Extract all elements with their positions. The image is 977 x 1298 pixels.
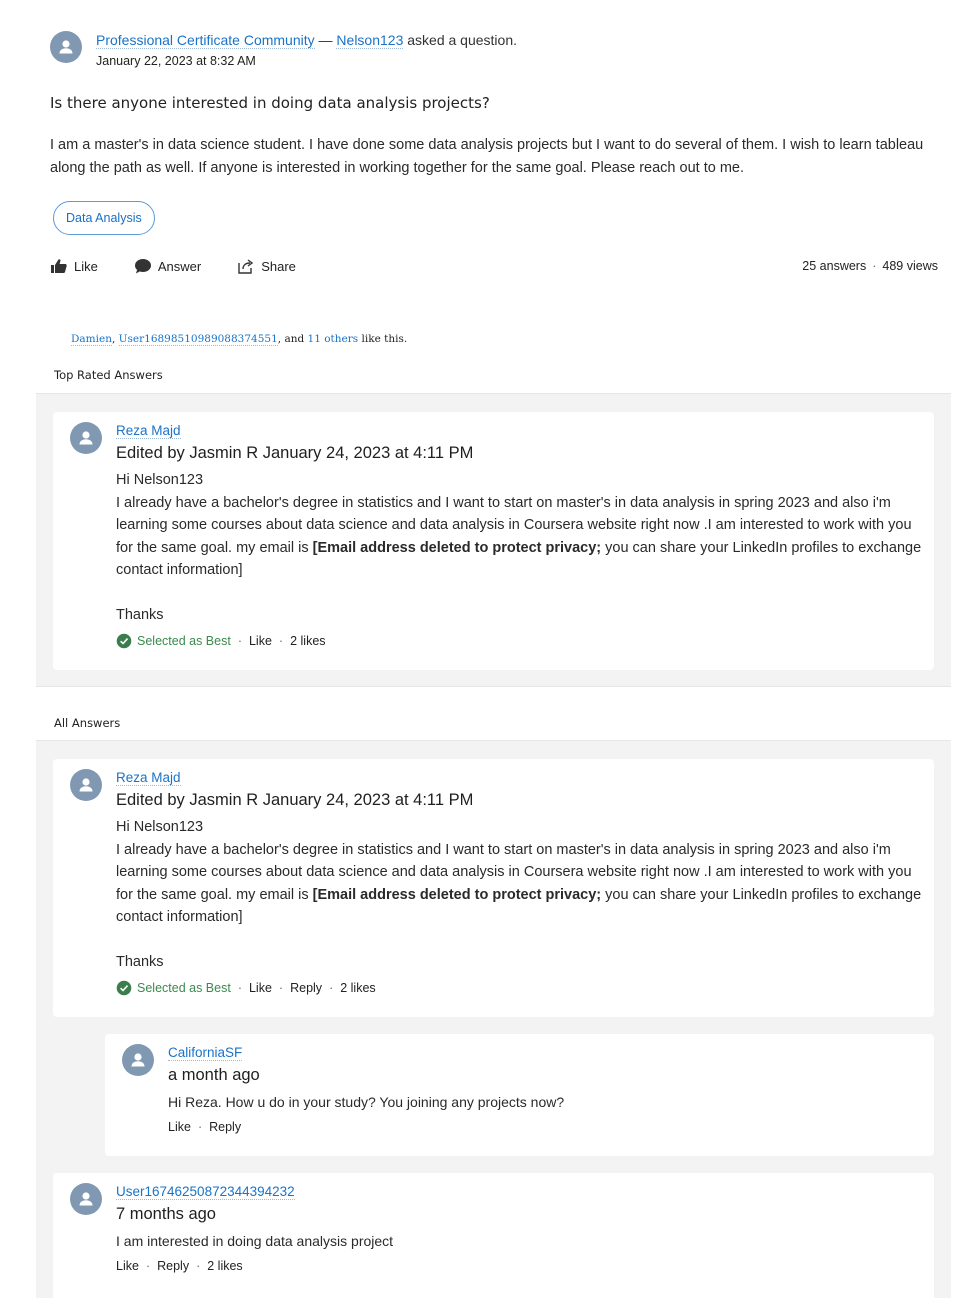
answer-likes-count: 2 likes (340, 981, 376, 995)
reply-like-button[interactable]: Like (168, 1120, 191, 1134)
reply-avatar[interactable] (122, 1044, 154, 1076)
answer-label: Answer (157, 258, 202, 274)
edited-info: Edited by Jasmin R January 24, 2023 at 4… (116, 444, 474, 462)
answer-footer: Selected as Best · Like · Reply · 2 like… (116, 980, 926, 996)
reply-footer: Like · Reply (168, 1120, 928, 1134)
selected-best-badge: Selected as Best (116, 633, 231, 649)
reply-card: CaliforniaSF a month ago Hi Reza. How u … (105, 1034, 934, 1156)
byline-action: asked a question. (403, 32, 517, 48)
answer-signoff: Thanks (116, 606, 164, 623)
best-answer-check-icon (116, 633, 132, 649)
separator-dot: · (237, 981, 242, 995)
top-rated-heading: Top Rated Answers (54, 368, 163, 382)
like-label: Like (74, 258, 98, 274)
answer-avatar[interactable] (70, 422, 102, 454)
like-button[interactable]: Like (50, 258, 98, 274)
answer-body-bold: [Email address deleted to protect privac… (312, 539, 602, 556)
selected-best-badge: Selected as Best (116, 980, 231, 996)
answer-card: Reza Majd Edited by Jasmin R January 24,… (53, 412, 934, 670)
question-stats: 25 answers · 489 views (802, 259, 938, 273)
separator-dot: · (145, 1258, 151, 1273)
byline-separator: — (314, 32, 337, 48)
answer-avatar[interactable] (70, 769, 102, 801)
likers-connector: , and (277, 333, 308, 345)
author-avatar[interactable] (50, 31, 82, 63)
user-icon (131, 1053, 145, 1067)
question-body: I am a master's in data science student.… (50, 137, 924, 176)
answer-card: Reza Majd Edited by Jasmin R January 24,… (53, 759, 934, 1017)
separator-dot: · (196, 1258, 201, 1273)
question-actions: Like Answer Share (50, 258, 296, 274)
answer-avatar[interactable] (70, 1183, 102, 1215)
selected-best-label: Selected as Best (137, 981, 231, 995)
question-date: January 22, 2023 at 8:32 AM (96, 54, 256, 68)
topic-tag[interactable]: Data Analysis (53, 201, 155, 235)
separator-dot: · (197, 1119, 203, 1134)
answer-author-link[interactable]: Reza Majd (116, 423, 181, 439)
user-icon (79, 778, 93, 792)
answer-button[interactable]: Answer (134, 258, 201, 274)
reply-body: Hi Reza. How u do in your study? You joi… (168, 1094, 565, 1110)
answer-reply-button[interactable]: Reply (157, 1259, 189, 1273)
liker-link[interactable]: User16898510989088374551 (118, 333, 278, 346)
author-link[interactable]: Nelson123 (336, 32, 404, 49)
answer-reply-button[interactable]: Reply (290, 981, 322, 995)
likers-others-link[interactable]: 11 others (308, 333, 359, 345)
separator-dot: · (329, 981, 334, 995)
answer-time: 7 months ago (116, 1205, 216, 1223)
answer-body-bold: [Email address deleted to protect privac… (312, 886, 602, 903)
all-answers-heading: All Answers (54, 716, 121, 730)
share-label: Share (261, 258, 296, 274)
likers-suffix: like this. (358, 333, 408, 345)
answer-body: I am interested in doing data analysis p… (116, 1233, 394, 1249)
top-rated-panel: Reza Majd Edited by Jasmin R January 24,… (36, 393, 951, 687)
answer-footer: Selected as Best · Like · 2 likes (116, 633, 926, 649)
separator-dot: · (278, 634, 284, 648)
share-icon (238, 259, 254, 274)
answer-body: I already have a bachelor's degree in st… (116, 492, 926, 582)
speech-bubble-icon (134, 259, 151, 274)
reply-time: a month ago (168, 1066, 260, 1084)
separator-dot: · (872, 259, 877, 273)
answer-likes-count: 2 likes (290, 634, 326, 648)
answer-footer: Like · Reply · 2 likes (116, 1259, 926, 1273)
share-button[interactable]: Share (237, 258, 296, 274)
answer-likes-count: 2 likes (207, 1258, 243, 1273)
answer-greeting: Hi Nelson123 (116, 472, 204, 488)
reply-author-link[interactable]: CaliforniaSF (168, 1045, 243, 1061)
selected-best-label: Selected as Best (137, 634, 231, 648)
answer-like-button[interactable]: Like (116, 1259, 139, 1273)
answer-greeting: Hi Nelson123 (116, 819, 204, 835)
answer-card: User16746250872344394232 7 months ago I … (53, 1173, 934, 1298)
question-header: Professional Certificate Community — Nel… (50, 31, 517, 70)
user-icon (79, 431, 93, 445)
question-byline: Professional Certificate Community — Nel… (96, 31, 517, 49)
answers-count: 25 answers (802, 259, 867, 273)
best-answer-check-icon (116, 980, 132, 996)
likers-line: Damien, User16898510989088374551, and 11… (71, 333, 408, 346)
answer-signoff: Thanks (116, 953, 164, 970)
answer-author-link[interactable]: Reza Majd (116, 770, 181, 786)
separator-dot: · (237, 634, 242, 648)
reply-reply-button[interactable]: Reply (209, 1120, 241, 1134)
answer-like-button[interactable]: Like (249, 981, 272, 995)
answer-like-button[interactable]: Like (249, 634, 272, 648)
answer-body: I already have a bachelor's degree in st… (116, 839, 926, 929)
views-count: 489 views (882, 259, 938, 273)
community-link[interactable]: Professional Certificate Community (96, 32, 315, 49)
thumbs-up-icon (51, 259, 67, 273)
user-icon (79, 1192, 93, 1206)
all-answers-panel: Reza Majd Edited by Jasmin R January 24,… (36, 740, 951, 1298)
user-icon (59, 40, 73, 54)
answer-author-link[interactable]: User16746250872344394232 (116, 1184, 295, 1200)
edited-info: Edited by Jasmin R January 24, 2023 at 4… (116, 791, 474, 809)
question-title: Is there anyone interested in doing data… (50, 94, 490, 112)
liker-link[interactable]: Damien (71, 333, 112, 346)
separator-dot: · (278, 981, 284, 995)
